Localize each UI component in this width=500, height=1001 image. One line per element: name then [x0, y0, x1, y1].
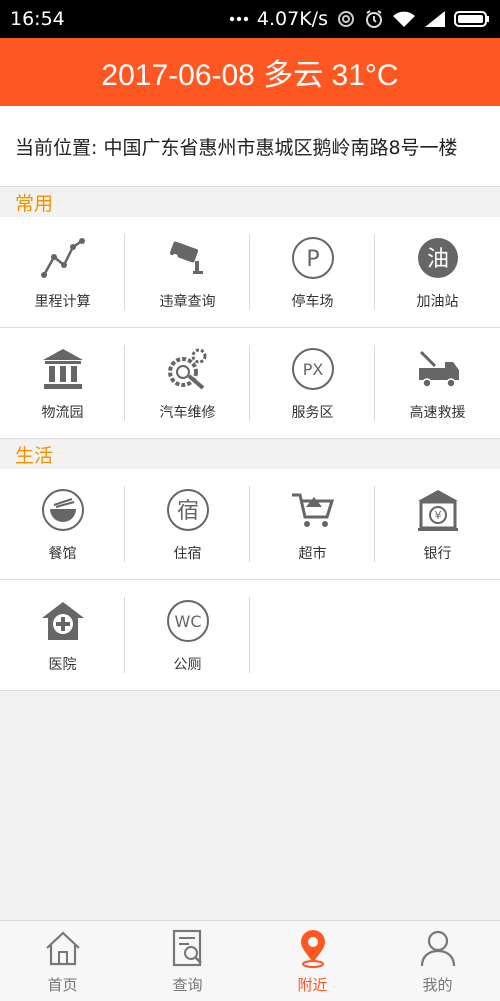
lodging-icon: 宿 — [163, 485, 213, 535]
sync-icon — [336, 9, 356, 29]
location-text: 当前位置: 中国广东省惠州市惠城区鹅岭南路8号一楼 — [15, 136, 458, 159]
grid-item-label: 超市 — [298, 546, 327, 562]
grid-item-rescue[interactable]: 高速救援 — [375, 328, 500, 438]
grid-row: 医院 WC 公厕 — [0, 580, 500, 691]
grid-item-service-area[interactable]: PX 服务区 — [250, 328, 375, 438]
traffic-camera-icon — [163, 233, 213, 283]
alarm-icon — [364, 9, 384, 29]
svg-text:¥: ¥ — [434, 509, 441, 522]
logistics-building-icon — [38, 344, 88, 394]
grid-row: 里程计算 违章查询 P 停车场 油 加油站 — [0, 217, 500, 328]
grid-row: 物流园 汽车维修 PX 服务区 高速救援 — [0, 328, 500, 439]
status-bar: 16:54 4.07K/s — [0, 0, 500, 38]
tab-home[interactable]: 首页 — [0, 921, 125, 1001]
section-common-label: 常用 — [0, 187, 500, 217]
service-area-icon: PX — [288, 344, 338, 394]
mileage-chart-icon — [38, 233, 88, 283]
grid-item-bank[interactable]: ¥ 银行 — [375, 469, 500, 579]
header-title: 2017-06-08 多云 31°C — [101, 59, 399, 92]
tab-label: 查询 — [172, 976, 203, 994]
grid-item-lodging[interactable]: 宿 住宿 — [125, 469, 250, 579]
status-time: 16:54 — [10, 8, 65, 30]
svg-text:油: 油 — [426, 247, 448, 272]
svg-text:WC: WC — [174, 612, 201, 631]
location-pin-icon — [291, 926, 335, 970]
grid-item-supermarket[interactable]: 超市 — [250, 469, 375, 579]
tab-label: 首页 — [47, 976, 78, 994]
grid-item-label: 住宿 — [173, 546, 202, 562]
section-life-title: 生活 — [15, 444, 54, 467]
svg-text:PX: PX — [302, 360, 323, 379]
current-location[interactable]: 当前位置: 中国广东省惠州市惠城区鹅岭南路8号一楼 — [0, 106, 500, 187]
shopping-cart-icon — [288, 485, 338, 535]
grid-item-label: 里程计算 — [34, 294, 91, 310]
user-icon — [416, 926, 460, 970]
hospital-icon — [38, 596, 88, 646]
tab-nearby[interactable]: 附近 — [250, 921, 375, 1001]
home-icon — [41, 926, 85, 970]
bottom-nav: 首页 查询 附近 我的 — [0, 920, 500, 1001]
grid-item-label: 服务区 — [291, 405, 334, 421]
wifi-icon — [392, 10, 416, 28]
tab-label: 附近 — [297, 976, 328, 994]
section-life-label: 生活 — [0, 439, 500, 469]
tab-search[interactable]: 查询 — [125, 921, 250, 1001]
grid-item-violation[interactable]: 违章查询 — [125, 217, 250, 327]
grid-item-label: 违章查询 — [159, 294, 216, 310]
grid-row: 餐馆 宿 住宿 超市 ¥ 银行 — [0, 469, 500, 580]
grid-item-label: 汽车维修 — [159, 405, 216, 421]
car-repair-icon — [163, 344, 213, 394]
bank-icon: ¥ — [413, 485, 463, 535]
svg-text:宿: 宿 — [176, 499, 198, 524]
grid-item-car-repair[interactable]: 汽车维修 — [125, 328, 250, 438]
signal-icon — [424, 10, 446, 28]
restaurant-bowl-icon — [38, 485, 88, 535]
weather-header: 2017-06-08 多云 31°C — [0, 38, 500, 106]
grid-item-label: 物流园 — [41, 405, 84, 421]
grid-item-label: 加油站 — [416, 294, 459, 310]
grid-item-label: 餐馆 — [48, 546, 77, 562]
grid-item-toilet[interactable]: WC 公厕 — [125, 580, 250, 690]
search-document-icon — [166, 926, 210, 970]
toilet-wc-icon: WC — [163, 596, 213, 646]
grid-item-logistics[interactable]: 物流园 — [0, 328, 125, 438]
grid-item-label: 银行 — [423, 546, 452, 562]
network-speed: 4.07K/s — [256, 8, 328, 30]
svg-text:P: P — [306, 247, 319, 272]
grid-item-label: 停车场 — [291, 294, 334, 310]
grid-item-gas-station[interactable]: 油 加油站 — [375, 217, 500, 327]
grid-item-label: 高速救援 — [409, 405, 466, 421]
battery-icon — [454, 10, 490, 28]
grid-item-restaurant[interactable]: 餐馆 — [0, 469, 125, 579]
grid-empty-cell — [375, 580, 500, 690]
parking-icon: P — [288, 233, 338, 283]
grid-item-hospital[interactable]: 医院 — [0, 580, 125, 690]
grid-item-mileage[interactable]: 里程计算 — [0, 217, 125, 327]
section-common-title: 常用 — [15, 192, 54, 215]
grid-item-label: 公厕 — [173, 657, 202, 673]
gas-station-icon: 油 — [413, 233, 463, 283]
grid-empty-cell — [250, 580, 375, 690]
tab-label: 我的 — [422, 976, 453, 994]
grid-item-label: 医院 — [48, 657, 77, 673]
more-icon — [229, 14, 249, 24]
grid-item-parking[interactable]: P 停车场 — [250, 217, 375, 327]
tab-mine[interactable]: 我的 — [375, 921, 500, 1001]
tow-truck-icon — [413, 344, 463, 394]
